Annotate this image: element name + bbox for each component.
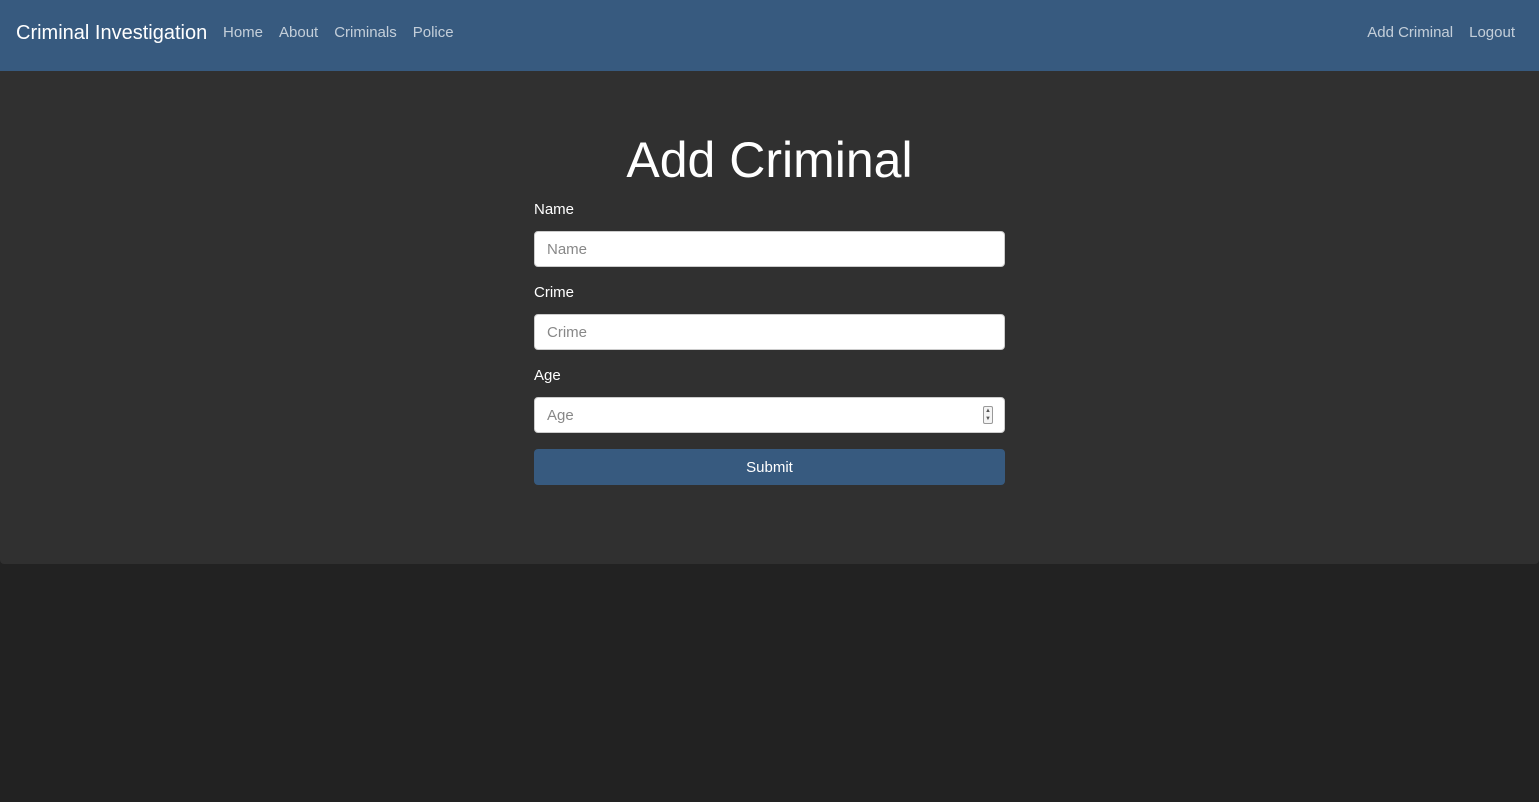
brand-link[interactable]: Criminal Investigation bbox=[16, 22, 207, 45]
name-label: Name bbox=[534, 201, 575, 218]
nav-left-menu: Home About Criminals Police bbox=[215, 24, 462, 41]
submit-button[interactable]: Submit bbox=[534, 449, 1005, 485]
age-label: Age bbox=[534, 367, 561, 384]
nav-right-menu: Add Criminal Logout bbox=[1359, 24, 1523, 41]
page-title: Add Criminal bbox=[626, 132, 913, 188]
nav-link-home[interactable]: Home bbox=[215, 24, 271, 41]
content-panel: Add Criminal Name Crime Age ▲ ▼ Submit bbox=[0, 71, 1539, 564]
name-input[interactable] bbox=[534, 231, 1005, 267]
crime-label: Crime bbox=[534, 284, 574, 301]
chevron-down-icon[interactable]: ▼ bbox=[984, 415, 992, 423]
nav-link-logout[interactable]: Logout bbox=[1461, 24, 1523, 41]
age-input[interactable] bbox=[534, 397, 1005, 433]
nav-link-about[interactable]: About bbox=[271, 24, 326, 41]
chevron-up-icon[interactable]: ▲ bbox=[984, 407, 992, 415]
nav-link-add-criminal[interactable]: Add Criminal bbox=[1359, 24, 1461, 41]
crime-input[interactable] bbox=[534, 314, 1005, 350]
nav-link-criminals[interactable]: Criminals bbox=[326, 24, 405, 41]
age-stepper[interactable]: ▲ ▼ bbox=[983, 406, 993, 424]
top-navbar: Criminal Investigation Home About Crimin… bbox=[0, 0, 1539, 71]
nav-link-police[interactable]: Police bbox=[405, 24, 462, 41]
